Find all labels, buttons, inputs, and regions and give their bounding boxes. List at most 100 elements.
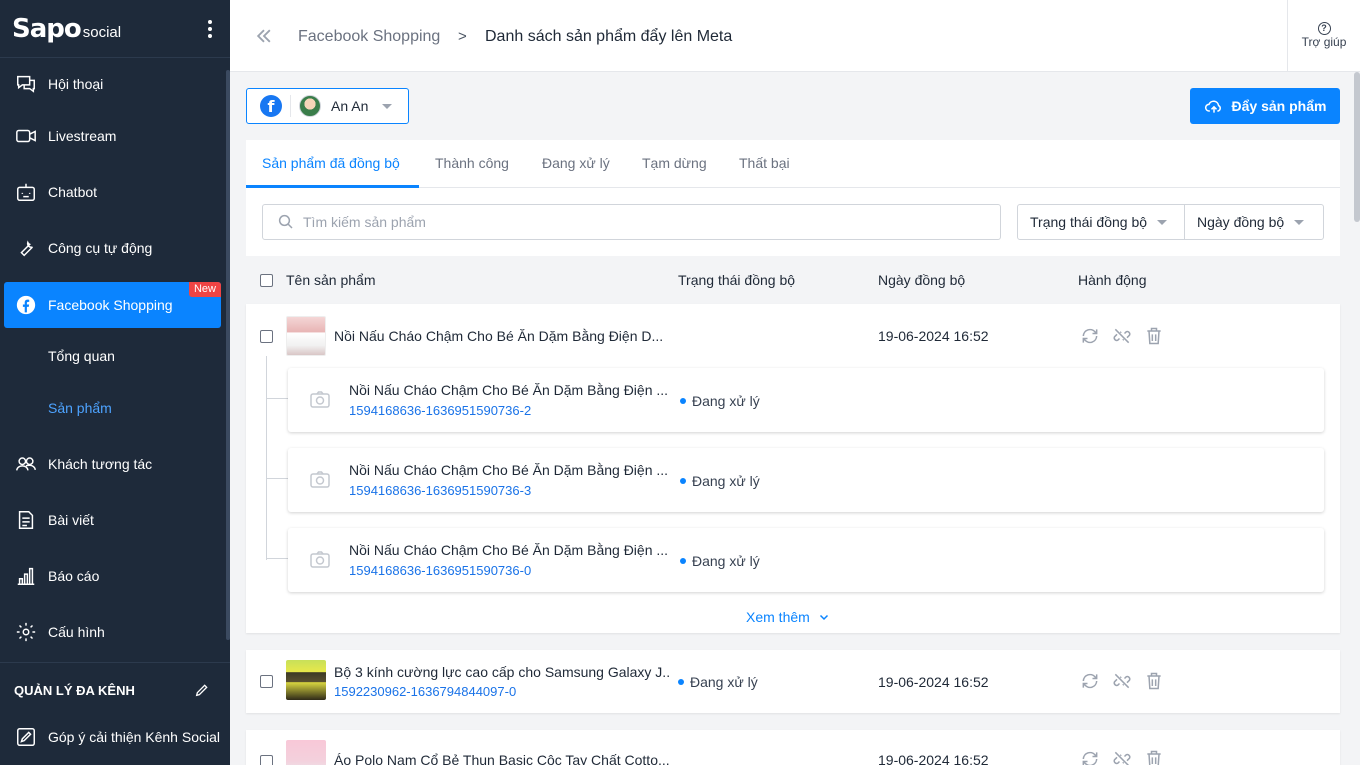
trash-icon[interactable] — [1144, 326, 1164, 346]
column-name: Tên sản phẩm — [286, 272, 376, 288]
sidebar-item-conversations[interactable]: Hội thoại — [0, 60, 230, 108]
product-sku: 1592230962-1636794844097-0 — [334, 684, 517, 699]
sync-icon[interactable] — [1080, 749, 1100, 765]
status-text: Đang xử lý — [692, 553, 760, 569]
document-icon — [18, 511, 34, 529]
sidebar-item-label: Khách tương tác — [48, 456, 153, 472]
tab-paused[interactable]: Tạm dừng — [642, 155, 707, 171]
video-icon — [16, 129, 36, 143]
facebook-icon: f — [260, 95, 282, 117]
cloud-upload-icon — [1204, 100, 1221, 113]
sidebar-item-reports[interactable]: Báo cáo — [0, 552, 230, 600]
sidebar-item-posts[interactable]: Bài viết — [0, 496, 230, 544]
pencil-icon[interactable] — [194, 682, 210, 698]
logo[interactable]: Sapo social — [0, 0, 230, 58]
tab-synced[interactable]: Sản phẩm đã đồng bộ — [262, 155, 400, 171]
date-filter[interactable]: Ngày đồng bộ — [1184, 204, 1324, 240]
image-placeholder-icon — [310, 551, 330, 568]
sidebar-item-label: Livestream — [48, 128, 117, 144]
status-text: Đang xử lý — [692, 473, 760, 489]
status-filter[interactable]: Trạng thái đồng bộ — [1017, 204, 1185, 240]
account-name: An An — [331, 98, 369, 114]
tree-branch — [266, 478, 288, 479]
sidebar-item-chatbot[interactable]: Chatbot — [0, 168, 230, 216]
sidebar-item-label: Cấu hình — [48, 624, 105, 640]
sync-date: 19-06-2024 16:52 — [878, 674, 989, 690]
variant-name[interactable]: Nồi Nấu Cháo Chậm Cho Bé Ăn Dặm Bằng Điệ… — [349, 542, 669, 558]
section-title: QUẢN LÝ ĐA KÊNH — [14, 682, 135, 698]
push-product-button[interactable]: Đẩy sản phẩm — [1190, 88, 1340, 124]
sidebar-item-automation[interactable]: Công cụ tự động — [0, 224, 230, 272]
wrench-icon — [20, 240, 33, 257]
caret-down-icon — [1157, 219, 1168, 225]
feedback-icon — [17, 728, 35, 746]
row-actions — [1080, 749, 1164, 765]
breadcrumb-parent[interactable]: Facebook Shopping — [298, 28, 440, 46]
logo-sub: social — [82, 24, 122, 41]
sidebar-item-label: Báo cáo — [48, 568, 100, 584]
unlink-icon[interactable] — [1112, 671, 1132, 691]
variant-row: Nồi Nấu Cháo Chậm Cho Bé Ăn Dặm Bằng Điệ… — [288, 528, 1324, 592]
status-badge: Đang xử lý — [678, 674, 758, 690]
help-button[interactable]: ? Trợ giúp — [1287, 0, 1360, 72]
sidebar-item-facebook-shopping[interactable]: Facebook Shopping New — [4, 282, 221, 328]
sync-date: 19-06-2024 16:52 — [878, 328, 989, 344]
table-header: Tên sản phẩm Trạng thái đồng bộ Ngày đồn… — [246, 256, 1340, 304]
variant-name[interactable]: Nồi Nấu Cháo Chậm Cho Bé Ăn Dặm Bằng Điệ… — [349, 462, 669, 478]
unlink-icon[interactable] — [1112, 749, 1132, 765]
sidebar-item-label: Công cụ tự động — [48, 240, 153, 256]
column-date: Ngày đồng bộ — [878, 272, 966, 288]
push-product-label: Đẩy sản phẩm — [1231, 98, 1327, 114]
page-title: Danh sách sản phẩm đẩy lên Meta — [485, 28, 733, 45]
select-all-checkbox[interactable] — [260, 274, 273, 287]
row-checkbox[interactable] — [260, 755, 273, 765]
sidebar-item-feedback[interactable]: Góp ý cải thiện Kênh Social — [0, 713, 230, 761]
product-name[interactable]: Nồi Nấu Cháo Chậm Cho Bé Ăn Dặm Bằng Điệ… — [334, 328, 669, 344]
variant-row: Nồi Nấu Cháo Chậm Cho Bé Ăn Dặm Bằng Điệ… — [288, 448, 1324, 512]
sidebar-subitem-products[interactable]: Sản phẩm — [48, 400, 112, 416]
sidebar-divider — [0, 662, 230, 663]
row-checkbox[interactable] — [260, 675, 273, 688]
search-input[interactable]: Tìm kiếm sản phẩm — [262, 204, 1001, 240]
product-thumbnail — [286, 660, 326, 700]
variant-name[interactable]: Nồi Nấu Cháo Chậm Cho Bé Ăn Dặm Bằng Điệ… — [349, 382, 669, 398]
question-icon: ? — [1317, 22, 1331, 35]
chat-icon — [17, 75, 35, 93]
unlink-icon[interactable] — [1112, 326, 1132, 346]
trash-icon[interactable] — [1144, 749, 1164, 765]
date-filter-label: Ngày đồng bộ — [1197, 214, 1285, 230]
sync-icon[interactable] — [1080, 326, 1100, 346]
sidebar-item-livestream[interactable]: Livestream — [0, 112, 230, 160]
product-row: Bộ 3 kính cường lực cao cấp cho Samsung … — [246, 650, 1340, 713]
tab-success[interactable]: Thành công — [435, 155, 509, 171]
sidebar-scrollbar[interactable] — [226, 70, 230, 640]
collapse-icon[interactable] — [254, 26, 274, 52]
status-badge: Đang xử lý — [680, 553, 760, 569]
sidebar: Sapo social Hội thoại Livestream Chatbot… — [0, 0, 230, 765]
sidebar-item-settings[interactable]: Cấu hình — [0, 608, 230, 656]
facebook-icon — [16, 295, 36, 315]
sync-icon[interactable] — [1080, 671, 1100, 691]
variant-sku: 1594168636-1636951590736-2 — [349, 403, 532, 418]
trash-icon[interactable] — [1144, 671, 1164, 691]
product-name[interactable]: Bộ 3 kính cường lực cao cấp cho Samsung … — [334, 664, 669, 680]
row-actions — [1080, 326, 1164, 346]
sidebar-item-customers[interactable]: Khách tương tác — [0, 440, 230, 488]
breadcrumb-separator: > — [458, 28, 467, 45]
sidebar-item-label: Facebook Shopping — [48, 297, 173, 313]
chevron-down-icon — [819, 614, 828, 621]
tab-processing[interactable]: Đang xử lý — [542, 155, 610, 171]
bot-icon — [17, 183, 35, 201]
status-text: Đang xử lý — [692, 393, 760, 409]
kebab-menu-icon[interactable] — [208, 20, 212, 38]
sidebar-subitem-overview[interactable]: Tổng quan — [48, 348, 115, 364]
product-name[interactable]: Áo Polo Nam Cổ Bẻ Thun Basic Cộc Tay Chấ… — [334, 752, 669, 765]
account-selector[interactable]: f An An — [246, 88, 409, 124]
tab-failed[interactable]: Thất bại — [739, 155, 790, 171]
row-checkbox[interactable] — [260, 330, 273, 343]
see-more-link[interactable]: Xem thêm — [746, 609, 830, 625]
variant-sku: 1594168636-1636951590736-0 — [349, 563, 532, 578]
new-badge: New — [188, 282, 221, 297]
page-scrollbar[interactable] — [1354, 72, 1360, 222]
tree-branch — [266, 398, 288, 399]
